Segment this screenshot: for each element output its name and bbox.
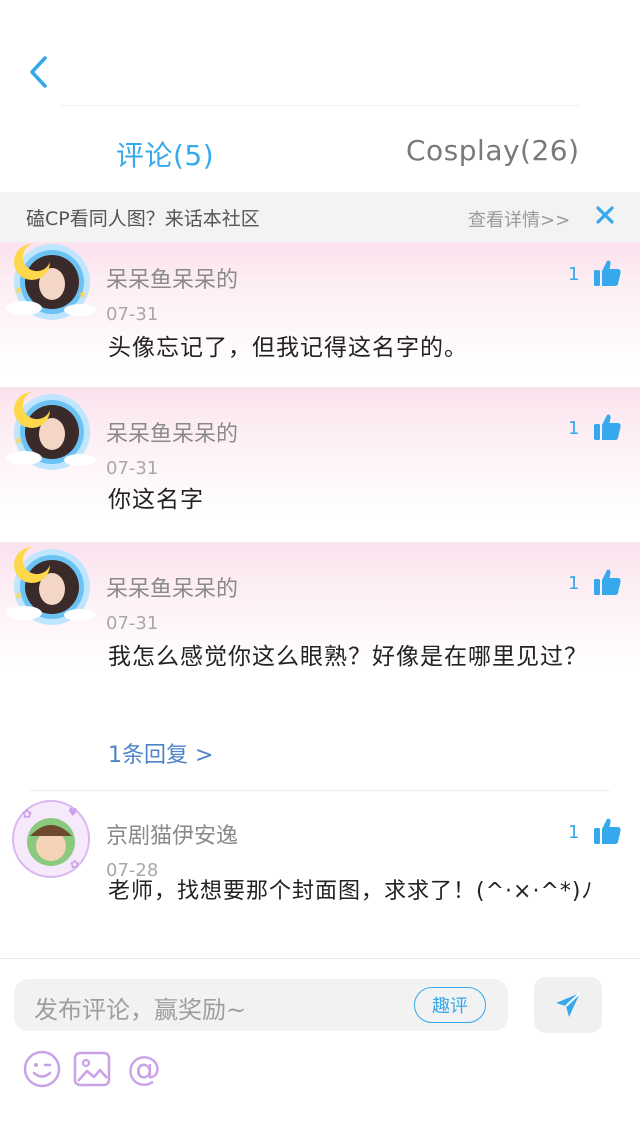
qupin-button[interactable]: 趣评 xyxy=(414,987,486,1023)
comment-username[interactable]: 呆呆鱼呆呆的 xyxy=(106,416,238,448)
close-icon xyxy=(596,206,614,224)
svg-text:✿: ✿ xyxy=(70,858,79,871)
image-icon xyxy=(73,1051,111,1087)
avatar[interactable]: ✿ ♥ ✿ xyxy=(8,796,94,882)
view-replies-link[interactable]: 1条回复 > xyxy=(108,737,213,769)
banner-text: 磕CP看同人图？来话本社区 xyxy=(26,208,260,230)
comment-text: 我怎么感觉你这么眼熟？好像是在哪里见过？ xyxy=(108,644,588,670)
comment-input[interactable]: 发布评论，赢奖励~ 趣评 xyxy=(14,979,508,1031)
svg-text:★: ★ xyxy=(14,591,23,602)
svg-text:★: ★ xyxy=(14,436,23,447)
avatar[interactable]: ★ xyxy=(4,543,96,635)
thumbs-up-icon xyxy=(594,260,621,286)
send-button[interactable] xyxy=(534,977,602,1033)
comment-date: 07-31 xyxy=(106,304,159,325)
thumbs-up-icon xyxy=(594,414,621,440)
comment-date: 07-31 xyxy=(106,458,159,479)
comment-composer: 发布评论，赢奖励~ 趣评 @ xyxy=(0,958,640,1138)
comment-username[interactable]: 呆呆鱼呆呆的 xyxy=(106,571,238,603)
emoji-button[interactable] xyxy=(22,1049,62,1089)
image-button[interactable] xyxy=(72,1049,112,1089)
like-button[interactable] xyxy=(592,258,622,288)
svg-text:✿: ✿ xyxy=(22,807,32,821)
svg-text:♥: ♥ xyxy=(68,806,78,819)
like-count: 1 xyxy=(568,573,580,594)
comment-username[interactable]: 呆呆鱼呆呆的 xyxy=(106,262,238,294)
tab-cosplay[interactable]: Cosplay(26) xyxy=(406,134,580,167)
thumbs-up-icon xyxy=(594,569,621,595)
svg-text:@: @ xyxy=(127,1049,161,1089)
thumbs-up-icon xyxy=(594,818,621,844)
comment-item: ★ ★ 呆呆鱼呆呆的 07-31 头像忘记了，但我记得这名字的。 1 xyxy=(0,242,640,387)
mention-button[interactable]: @ xyxy=(124,1049,164,1089)
like-button[interactable] xyxy=(592,412,622,442)
back-button[interactable] xyxy=(18,52,58,92)
comment-item: ★ 呆呆鱼呆呆的 07-31 我怎么感觉你这么眼熟？好像是在哪里见过？ 1 1条… xyxy=(0,543,640,788)
comment-username[interactable]: 京剧猫伊安逸 xyxy=(106,818,238,850)
like-count: 1 xyxy=(568,822,580,843)
like-button[interactable] xyxy=(592,816,622,846)
like-button[interactable] xyxy=(592,567,622,597)
tab-comments[interactable]: 评论(5) xyxy=(116,134,214,174)
divider xyxy=(30,790,610,791)
top-bar xyxy=(0,0,640,106)
svg-text:★: ★ xyxy=(14,286,23,297)
avatar[interactable]: ★ xyxy=(4,388,96,480)
comment-item: ✿ ♥ ✿ 京剧猫伊安逸 07-28 老师，找想要那个封面图，求求了！(^·×·… xyxy=(0,792,640,952)
comment-text: 老师，找想要那个封面图，求求了！(^·×·^*)ﾉ xyxy=(108,879,594,904)
comment-text: 头像忘记了，但我记得这名字的。 xyxy=(108,335,468,361)
send-icon xyxy=(556,992,581,1017)
emoji-icon xyxy=(23,1050,61,1088)
promo-banner[interactable]: 磕CP看同人图？来话本社区 查看详情>> xyxy=(0,192,640,242)
tab-bar: 评论(5) Cosplay(26) xyxy=(0,106,640,192)
chevron-left-icon xyxy=(30,56,47,88)
like-count: 1 xyxy=(568,418,580,439)
like-count: 1 xyxy=(568,264,580,285)
comment-date: 07-31 xyxy=(106,613,159,634)
at-icon: @ xyxy=(127,1049,161,1089)
avatar[interactable]: ★ ★ xyxy=(4,242,96,334)
comment-item: ★ 呆呆鱼呆呆的 07-31 你这名字 1 xyxy=(0,388,640,541)
banner-details-link[interactable]: 查看详情>> xyxy=(468,206,570,232)
comment-input-placeholder: 发布评论，赢奖励~ xyxy=(34,996,247,1024)
banner-close-button[interactable] xyxy=(592,202,618,228)
svg-text:★: ★ xyxy=(78,290,87,301)
comment-text: 你这名字 xyxy=(108,487,204,513)
